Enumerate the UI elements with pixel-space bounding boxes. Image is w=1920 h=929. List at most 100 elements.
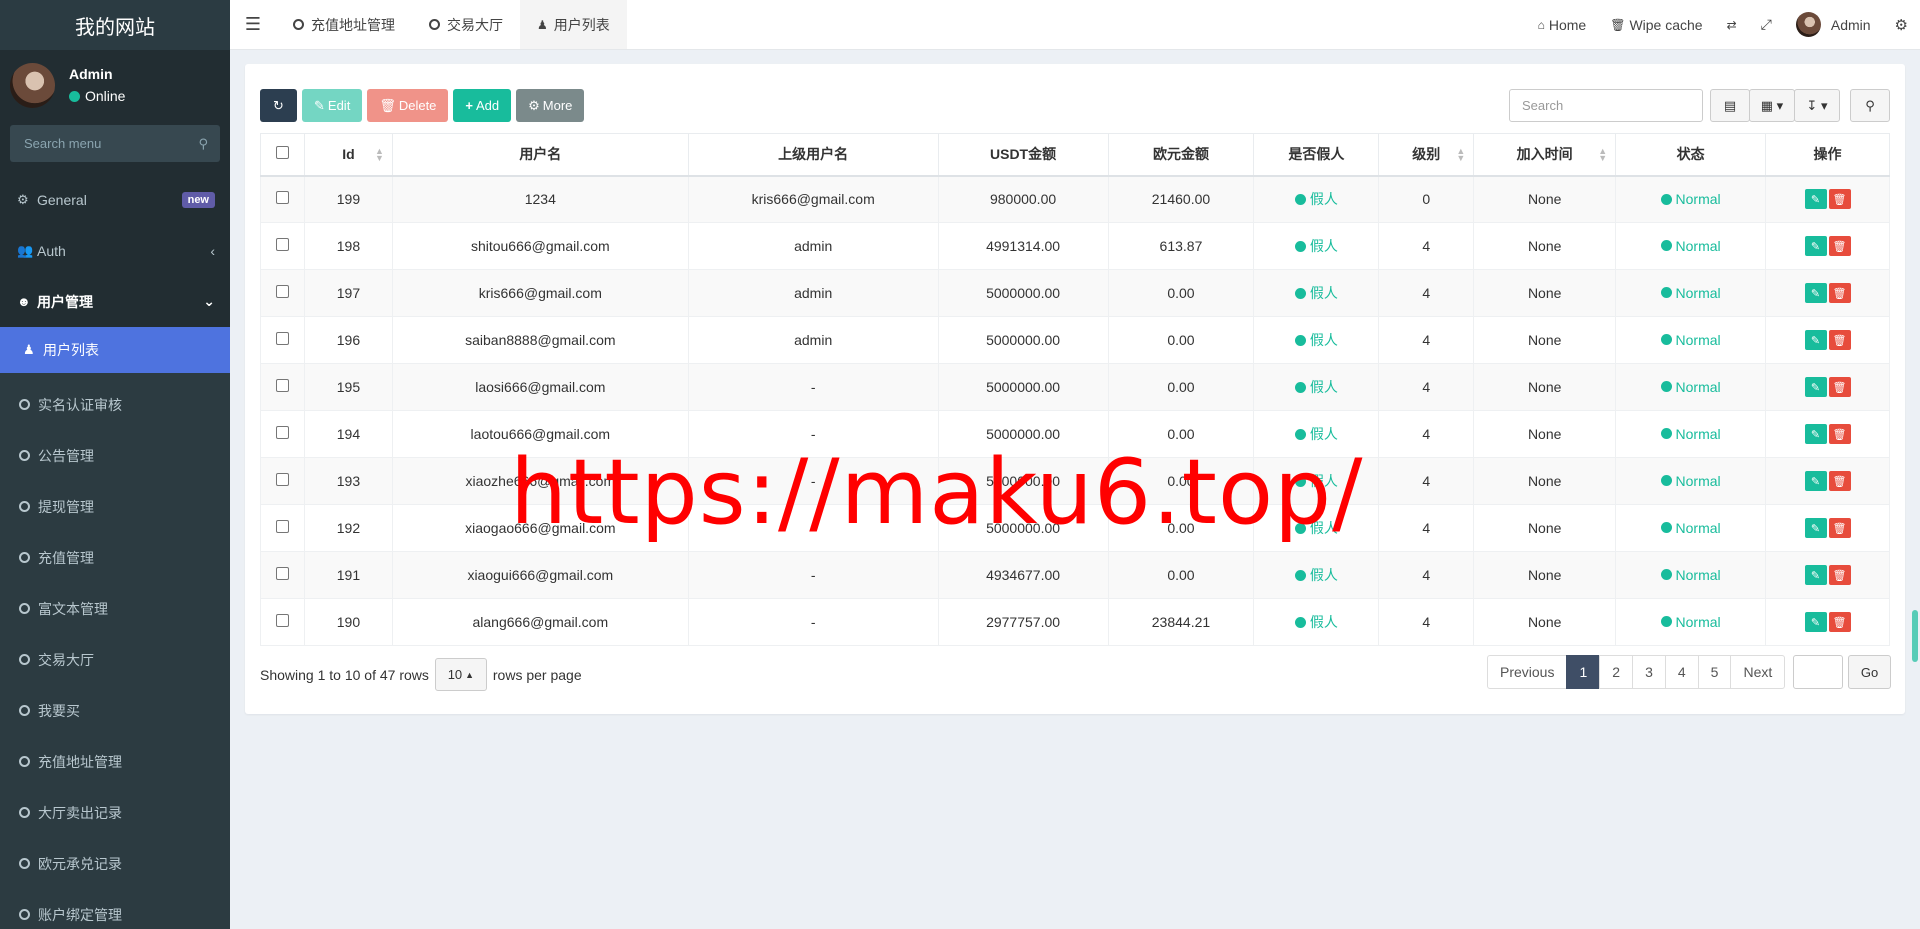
row-edit-button[interactable]: ✎ — [1804, 330, 1827, 350]
sidebar-item-account-binding[interactable]: 账户绑定管理 — [0, 889, 230, 929]
fake-badge[interactable]: 假人 — [1294, 377, 1338, 397]
row-delete-button[interactable]: 🗑 — [1828, 283, 1851, 303]
sidebar-item-recharge[interactable]: 充值管理 — [0, 532, 230, 583]
status-badge[interactable]: Normal — [1660, 520, 1721, 536]
column-header-level[interactable]: 级别 ▲ ▼ — [1378, 133, 1475, 177]
admin-user-menu[interactable]: Admin — [1784, 0, 1883, 50]
tab-recharge-address[interactable]: 充值地址管理 — [276, 0, 412, 49]
row-edit-button[interactable]: ✎ — [1804, 518, 1827, 538]
row-edit-button[interactable]: ✎ — [1804, 283, 1827, 303]
fake-badge[interactable]: 假人 — [1294, 518, 1338, 538]
row-delete-button[interactable]: 🗑 — [1828, 471, 1851, 491]
column-header-jointime[interactable]: 加入时间 ▲ ▼ — [1473, 133, 1617, 177]
row-checkbox[interactable] — [275, 614, 289, 627]
row-edit-button[interactable]: ✎ — [1804, 189, 1827, 210]
row-delete-button[interactable]: 🗑 — [1828, 518, 1851, 538]
table-row[interactable]: 197 kris666@gmail.com admin 5000000.00 0.00 假… — [260, 269, 1890, 317]
table-row[interactable]: 198 shitou666@gmail.com admin 4991314.00 613… — [260, 222, 1890, 270]
row-delete-button[interactable]: 🗑 — [1828, 612, 1851, 632]
page-size-dropdown[interactable]: 10 ▲ — [434, 658, 487, 691]
row-checkbox[interactable] — [275, 191, 289, 205]
status-badge[interactable]: Normal — [1660, 332, 1721, 348]
status-badge[interactable]: Normal — [1660, 567, 1721, 583]
next-page-button[interactable]: Next — [1730, 655, 1786, 689]
tab-trading-hall[interactable]: 交易大厅 — [412, 0, 520, 49]
language-toggle-icon[interactable]: ⇄ — [1715, 0, 1749, 50]
sidebar-item-auth[interactable]: 👥 Auth ‹ — [0, 225, 230, 276]
sidebar-item-trading-hall[interactable]: 交易大厅 — [0, 634, 230, 685]
sidebar-item-general[interactable]: ⚙ General new — [0, 174, 230, 225]
refresh-button[interactable]: ↻ — [260, 89, 297, 122]
brand-logo[interactable]: 我的网站 — [0, 0, 230, 50]
scroll-indicator[interactable] — [1912, 610, 1918, 662]
status-badge[interactable]: Normal — [1660, 426, 1721, 442]
column-header-id[interactable]: Id ▲ ▼ — [303, 133, 393, 177]
settings-gear-icon[interactable]: ⚙ — [1883, 0, 1920, 50]
goto-page-input[interactable] — [1793, 655, 1843, 689]
sidebar-item-user-management[interactable]: ☻ 用户管理 ⌄ — [0, 276, 230, 327]
table-row[interactable]: 193 xiaozhe666@gmail.com -5000000.00 0.00 假人… — [260, 457, 1890, 505]
row-checkbox[interactable] — [275, 520, 289, 533]
row-checkbox[interactable] — [275, 379, 289, 392]
row-checkbox[interactable] — [275, 567, 289, 580]
table-row[interactable]: 191 xiaogui666@gmail.com -4934677.00 0.00 假人… — [260, 551, 1890, 599]
table-row[interactable]: 199 1234 kris666@gmail.com 980000.00 21460.0… — [260, 175, 1890, 223]
page-button-4[interactable]: 4 — [1664, 655, 1699, 689]
row-edit-button[interactable]: ✎ — [1804, 612, 1827, 632]
sidebar-item-hall-sell-records[interactable]: 大厅卖出记录 — [0, 787, 230, 838]
status-badge[interactable]: Normal — [1660, 379, 1721, 395]
table-row[interactable]: 195 laosi666@gmail.com -5000000.00 0.00 假人 4 N… — [260, 363, 1890, 411]
previous-page-button[interactable]: Previous — [1487, 655, 1568, 689]
row-checkbox[interactable] — [275, 426, 289, 439]
export-dropdown-button[interactable]: ↧ ▾ — [1794, 89, 1840, 122]
row-edit-button[interactable]: ✎ — [1804, 236, 1827, 256]
sidebar-item-user-list[interactable]: ♟ 用户列表 — [0, 327, 230, 373]
sidebar-item-richtext[interactable]: 富文本管理 — [0, 583, 230, 634]
fake-badge[interactable]: 假人 — [1294, 612, 1338, 632]
toggle-view-button[interactable]: ▤ — [1710, 89, 1750, 122]
fake-badge[interactable]: 假人 — [1294, 236, 1338, 256]
select-all-header[interactable] — [260, 133, 305, 177]
table-row[interactable]: 194 laotou666@gmail.com -5000000.00 0.00 假人 4… — [260, 410, 1890, 458]
row-checkbox[interactable] — [275, 332, 289, 345]
row-delete-button[interactable]: 🗑 — [1828, 189, 1851, 210]
status-badge[interactable]: Normal — [1660, 285, 1721, 301]
row-delete-button[interactable]: 🗑 — [1828, 330, 1851, 350]
home-link[interactable]: ⌂ Home — [1526, 0, 1599, 50]
row-checkbox[interactable] — [275, 285, 289, 298]
page-button-5[interactable]: 5 — [1697, 655, 1732, 689]
status-badge[interactable]: Normal — [1660, 238, 1721, 254]
sidebar-item-realname[interactable]: 实名认证审核 — [0, 379, 230, 430]
add-button[interactable]: + Add — [453, 89, 512, 122]
row-checkbox[interactable] — [275, 238, 289, 251]
sidebar-item-euro-records[interactable]: 欧元承兑记录 — [0, 838, 230, 889]
sidebar-item-withdraw[interactable]: 提现管理 — [0, 481, 230, 532]
fake-badge[interactable]: 假人 — [1294, 330, 1338, 350]
row-edit-button[interactable]: ✎ — [1804, 471, 1827, 491]
row-delete-button[interactable]: 🗑 — [1828, 236, 1851, 256]
search-menu-input[interactable]: Search menu ⚲ — [10, 125, 220, 162]
row-delete-button[interactable]: 🗑 — [1828, 424, 1851, 444]
row-delete-button[interactable]: 🗑 — [1828, 377, 1851, 397]
status-badge[interactable]: Normal — [1660, 614, 1721, 630]
table-row[interactable]: 190 alang666@gmail.com -2977757.00 23844.21… — [260, 598, 1890, 646]
table-row[interactable]: 192 xiaogao666@gmail.com -5000000.00 0.00 假人… — [260, 504, 1890, 552]
row-edit-button[interactable]: ✎ — [1804, 424, 1827, 444]
fullscreen-icon[interactable]: ⤢ — [1749, 0, 1784, 50]
row-checkbox[interactable] — [275, 473, 289, 486]
status-badge[interactable]: Normal — [1660, 191, 1721, 207]
sidebar-item-recharge-address[interactable]: 充值地址管理 — [0, 736, 230, 787]
table-row[interactable]: 196 saiban8888@gmail.com admin 5000000.00 0.… — [260, 316, 1890, 364]
fake-badge[interactable]: 假人 — [1294, 283, 1338, 303]
fake-badge[interactable]: 假人 — [1294, 189, 1338, 209]
select-all-checkbox[interactable] — [275, 146, 289, 160]
page-button-1[interactable]: 1 — [1566, 655, 1601, 689]
edit-button[interactable]: ✎ Edit — [302, 89, 363, 122]
more-button[interactable]: ⚙ More — [516, 89, 585, 122]
fake-badge[interactable]: 假人 — [1294, 424, 1338, 444]
row-edit-button[interactable]: ✎ — [1804, 377, 1827, 397]
goto-page-button[interactable]: Go — [1848, 655, 1891, 689]
fake-badge[interactable]: 假人 — [1294, 471, 1338, 491]
page-button-2[interactable]: 2 — [1599, 655, 1634, 689]
fake-badge[interactable]: 假人 — [1294, 565, 1338, 585]
